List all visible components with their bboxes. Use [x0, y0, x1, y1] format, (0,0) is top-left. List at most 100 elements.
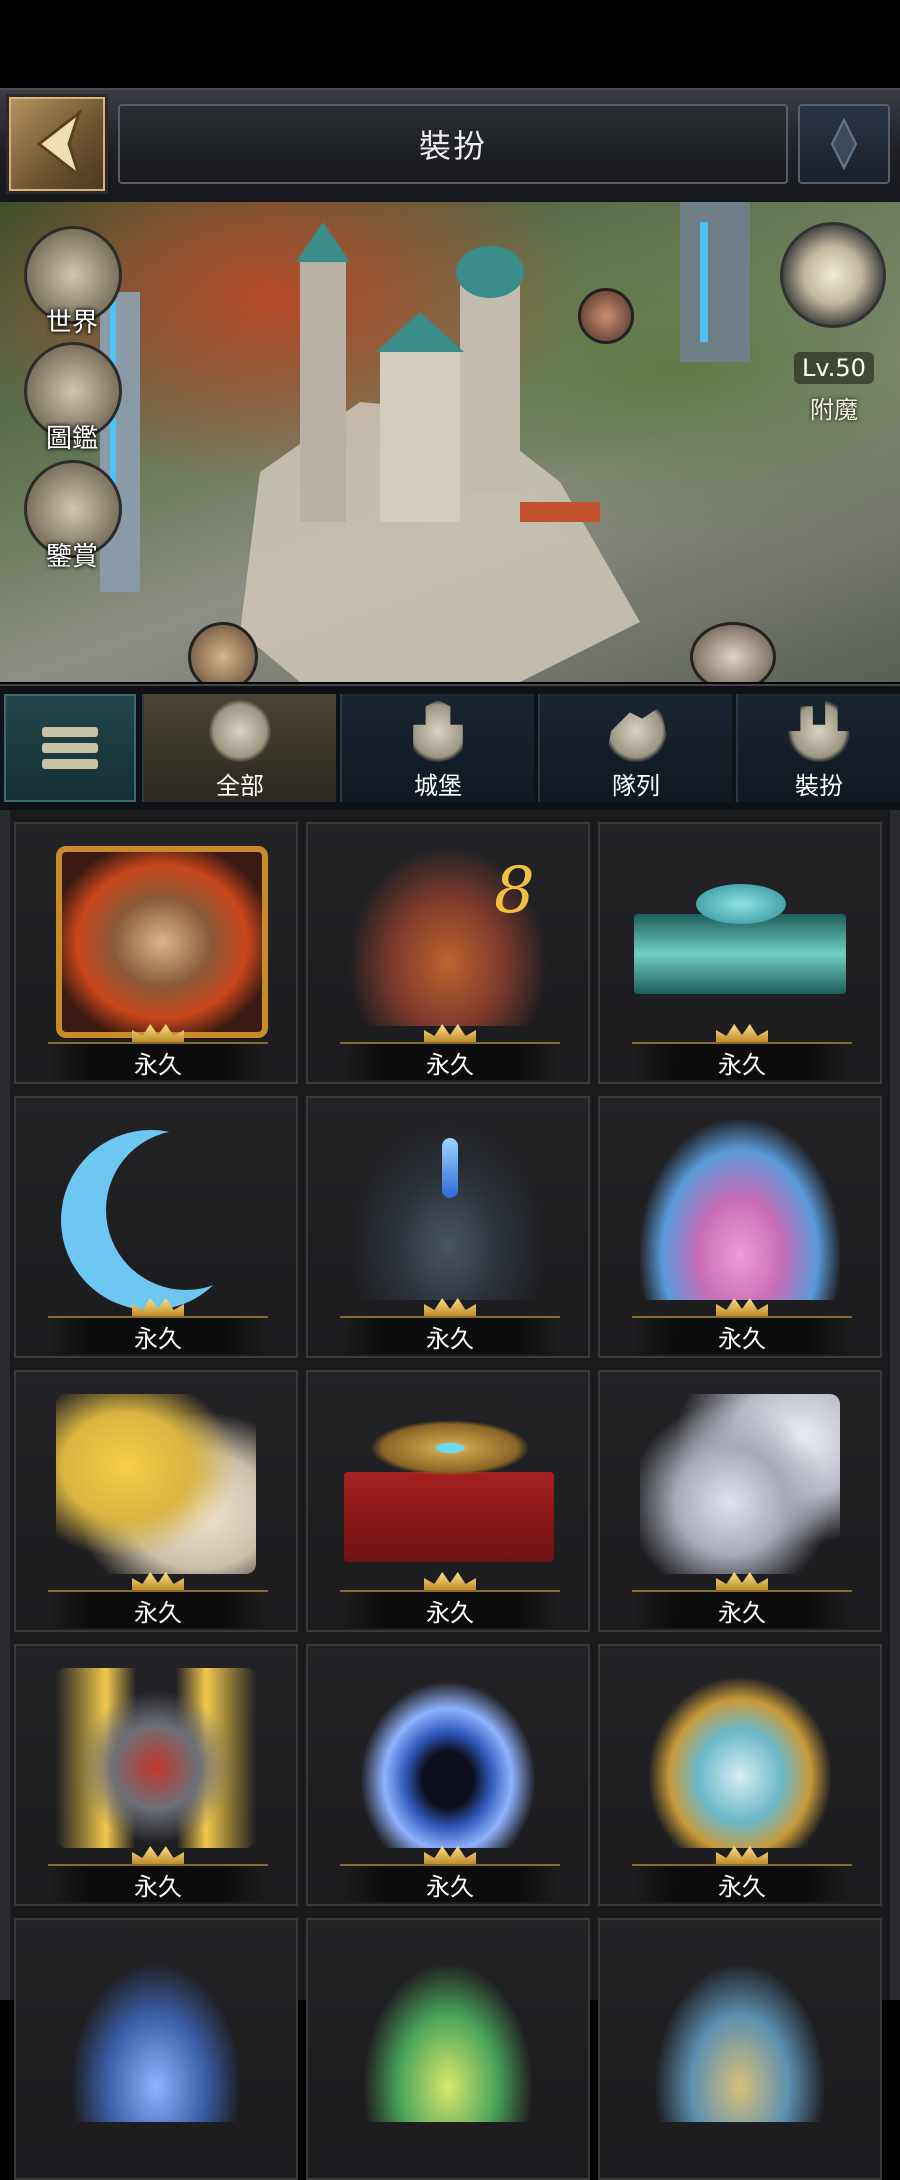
item-art	[640, 1668, 840, 1848]
duration-label: 永久	[134, 1598, 182, 1627]
item-card[interactable]: 永久	[306, 1370, 590, 1632]
tab-march[interactable]: 隊列	[538, 694, 732, 802]
item-art	[56, 1942, 256, 2122]
castle-illustration	[100, 202, 750, 682]
crown-icon	[716, 1572, 768, 1592]
duration-ribbon: 永久	[48, 1042, 268, 1080]
crown-icon	[424, 1846, 476, 1866]
tab-march-label: 隊列	[612, 772, 660, 800]
city-scene[interactable]: 世界 圖鑑 鑒賞 Lv.50 附魔	[0, 202, 900, 682]
page-title: 裝扮	[418, 127, 487, 165]
back-button[interactable]	[6, 94, 108, 194]
blue-flame	[442, 1138, 458, 1198]
item-card[interactable]: 永久	[14, 1096, 298, 1358]
item-card[interactable]: 永久	[306, 1096, 590, 1358]
crown-icon	[424, 1572, 476, 1592]
item-card[interactable]: 永久	[14, 1644, 298, 1906]
duration-ribbon: 永久	[340, 1316, 560, 1354]
appraise-button[interactable]: 鑒賞	[24, 460, 122, 573]
cavalry-icon	[605, 706, 667, 762]
castle-icon	[413, 700, 463, 762]
item-card[interactable]: 8 永久	[306, 822, 590, 1084]
tab-castle-label: 城堡	[414, 772, 462, 800]
gear-icon[interactable]	[780, 222, 886, 328]
item-card[interactable]: 永久	[14, 1370, 298, 1632]
enchant-button[interactable]: Lv.50 附魔	[782, 352, 886, 425]
ornament-icon	[798, 104, 890, 184]
duration-ribbon: 永久	[632, 1864, 852, 1902]
crown-icon	[716, 1024, 768, 1044]
crown-icon	[424, 1024, 476, 1044]
duration-label: 永久	[134, 1050, 182, 1079]
world-label: 世界	[45, 308, 98, 338]
item-art	[348, 1668, 548, 1848]
dragon-icon	[696, 884, 786, 924]
item-grid: 永久 8 永久 永久 永久 永久 永久 永久 永久 永久 永久 永久 永久	[0, 810, 900, 2180]
item-art	[640, 1942, 840, 2122]
item-card[interactable]: 永久	[598, 1096, 882, 1358]
duration-ribbon: 永久	[632, 1590, 852, 1628]
duration-ribbon: 永久	[48, 1590, 268, 1628]
bag-icon	[209, 700, 271, 762]
duration-ribbon: 永久	[632, 1316, 852, 1354]
tab-all[interactable]: 全部	[142, 694, 336, 802]
duration-label: 永久	[718, 1598, 766, 1627]
appraise-label: 鑒賞	[45, 542, 98, 572]
category-tabs: 全部 城堡 隊列 裝扮	[0, 684, 900, 812]
codex-label: 圖鑑	[45, 424, 98, 454]
duration-label: 永久	[426, 1872, 474, 1901]
duration-ribbon: 永久	[632, 1042, 852, 1080]
crown-icon	[132, 1572, 184, 1592]
duration-label: 永久	[426, 1050, 474, 1079]
duration-ribbon: 永久	[340, 1042, 560, 1080]
top-header: 裝扮	[0, 88, 900, 204]
duration-ribbon: 永久	[340, 1864, 560, 1902]
item-card[interactable]	[14, 1918, 298, 2180]
chevron-left-icon	[36, 108, 82, 180]
item-art	[348, 1942, 548, 2122]
duration-label: 永久	[134, 1324, 182, 1353]
item-art	[56, 1394, 256, 1574]
item-card[interactable]	[306, 1918, 590, 2180]
item-art	[56, 1668, 256, 1848]
npc-avatar[interactable]	[578, 288, 634, 344]
tab-decor[interactable]: 裝扮	[736, 694, 900, 802]
item-card[interactable]: 永久	[14, 822, 298, 1084]
item-art	[344, 1472, 554, 1562]
crown-icon	[716, 1298, 768, 1318]
duration-label: 永久	[718, 1050, 766, 1079]
crescent-moon-icon	[61, 1130, 241, 1310]
tab-decor-label: 裝扮	[795, 772, 843, 800]
item-art	[56, 846, 268, 1038]
level-number: 8	[494, 854, 535, 928]
duration-label: 永久	[718, 1872, 766, 1901]
title-plate: 裝扮	[118, 104, 788, 184]
buildings-icon	[788, 700, 850, 762]
tab-all-label: 全部	[216, 772, 264, 800]
hamburger-icon	[42, 721, 98, 775]
duration-label: 永久	[134, 1872, 182, 1901]
item-card[interactable]: 永久	[598, 822, 882, 1084]
world-button[interactable]: 世界	[24, 226, 122, 339]
item-card[interactable]: 永久	[598, 1644, 882, 1906]
item-card[interactable]: 永久	[306, 1644, 590, 1906]
item-card[interactable]	[598, 1918, 882, 2180]
item-art	[634, 914, 846, 994]
wing-emblem-icon	[370, 1420, 530, 1476]
item-art	[640, 1120, 840, 1300]
codex-button[interactable]: 圖鑑	[24, 342, 122, 455]
menu-button[interactable]	[4, 694, 136, 802]
item-art	[640, 1394, 840, 1574]
crown-icon	[132, 1846, 184, 1866]
enchant-label: 附魔	[810, 396, 858, 424]
tab-castle[interactable]: 城堡	[340, 694, 534, 802]
duration-ribbon: 永久	[48, 1316, 268, 1354]
crown-icon	[424, 1298, 476, 1318]
duration-label: 永久	[426, 1324, 474, 1353]
duration-label: 永久	[426, 1598, 474, 1627]
item-card[interactable]: 永久	[598, 1370, 882, 1632]
crown-icon	[716, 1846, 768, 1866]
enchant-level: Lv.50	[794, 352, 874, 384]
duration-label: 永久	[718, 1324, 766, 1353]
duration-ribbon: 永久	[340, 1590, 560, 1628]
